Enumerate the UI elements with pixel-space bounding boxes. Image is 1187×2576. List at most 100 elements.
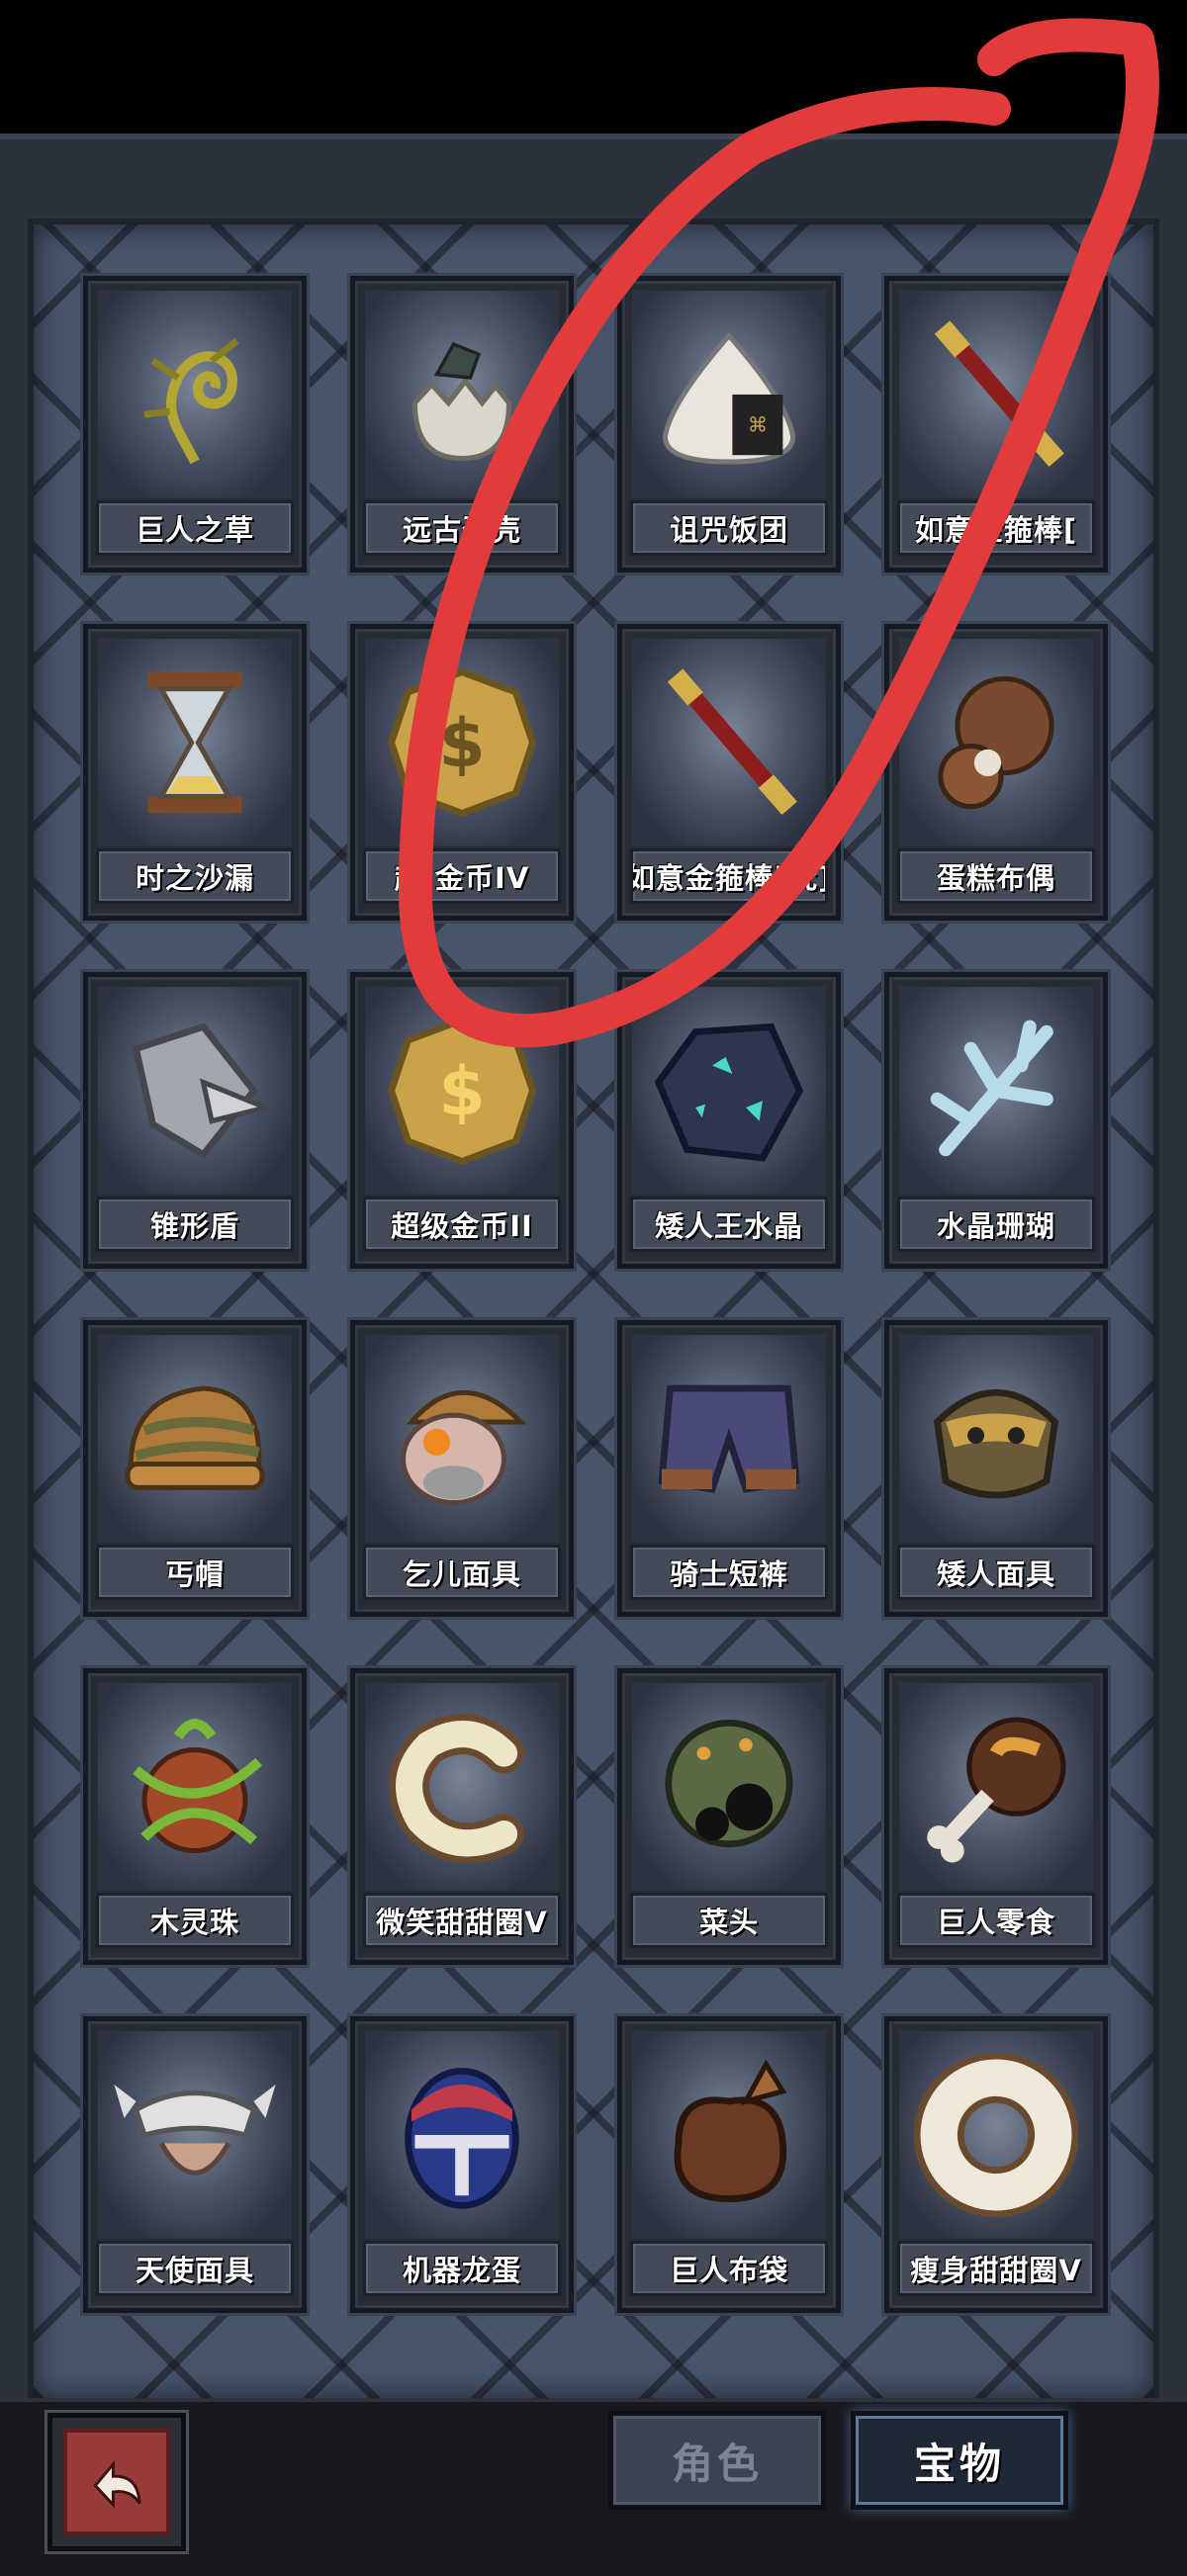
item-name: 矮人面具	[897, 1545, 1095, 1600]
svg-text:$: $	[438, 705, 485, 783]
treasure-card[interactable]: 巨人之草	[83, 276, 307, 573]
treasure-card[interactable]: 微笑甜甜圈V	[350, 1668, 574, 1965]
item-name: 水晶珊瑚	[897, 1197, 1095, 1252]
item-name: 木灵珠	[96, 1893, 294, 1948]
treasure-grid[interactable]: 巨人之草 远古蛋壳 ⌘ 诅咒饭团 如意金箍棒[ 时之沙漏 $ 超 金币IV 如意…	[28, 219, 1159, 2404]
item-name: 如意金箍棒[梵]	[630, 848, 828, 904]
treasure-card[interactable]: 天使面具	[83, 2016, 307, 2313]
crystal-coral-icon	[930, 1020, 1053, 1157]
item-name: 菜头	[630, 1893, 828, 1948]
card-art	[98, 2031, 292, 2239]
beggar-mask-icon	[400, 1389, 527, 1506]
card-art	[365, 2031, 559, 2239]
treasure-card[interactable]: 瘦身甜甜圈V	[884, 2016, 1108, 2313]
tab-role[interactable]: 角色	[608, 2411, 826, 2510]
treasure-panel: 巨人之草 远古蛋壳 ⌘ 诅咒饭团 如意金箍棒[ 时之沙漏 $ 超 金币IV 如意…	[0, 133, 1187, 2404]
card-art	[899, 1683, 1093, 1891]
item-name: 巨人布袋	[630, 2241, 828, 2296]
cone-shield-icon	[132, 1022, 274, 1160]
veggie-head-icon	[665, 1720, 793, 1848]
svg-text:$: $	[438, 1053, 485, 1131]
item-name: 远古蛋壳	[363, 500, 561, 556]
item-name: 瘦身甜甜圈V	[897, 2241, 1095, 2296]
card-art	[899, 291, 1093, 498]
treasure-card[interactable]: 蛋糕布偶	[884, 624, 1108, 921]
wood-orb-icon	[133, 1719, 263, 1854]
treasure-card[interactable]: 矮人王水晶	[617, 972, 841, 1269]
dark-crystal-icon	[654, 1022, 804, 1162]
item-name: 锥形盾	[96, 1197, 294, 1252]
treasure-card[interactable]: 木灵珠	[83, 1668, 307, 1965]
back-button[interactable]	[47, 2413, 186, 2551]
tab-treasure[interactable]: 宝物	[851, 2411, 1068, 2510]
treasure-card[interactable]: 锥形盾	[83, 972, 307, 1269]
treasure-card[interactable]: 远古蛋壳	[350, 276, 574, 573]
item-name: 时之沙漏	[96, 848, 294, 904]
cake-doll-icon	[938, 675, 1054, 810]
card-art	[899, 639, 1093, 846]
treasure-card[interactable]: 矮人面具	[884, 1320, 1108, 1617]
item-name: 诅咒饭团	[630, 500, 828, 556]
item-name: 超级金币II	[363, 1197, 561, 1252]
treasure-card[interactable]: 巨人布袋	[617, 2016, 841, 2313]
top-bar	[0, 0, 1187, 133]
back-button-face	[63, 2429, 170, 2535]
card-art: $	[365, 987, 559, 1195]
hourglass-icon	[147, 671, 242, 814]
item-name: 巨人之草	[96, 500, 294, 556]
card-art	[632, 1683, 826, 1891]
treasure-card[interactable]: $ 超 金币IV	[350, 624, 574, 921]
item-name: 微笑甜甜圈V	[363, 1893, 561, 1948]
treasure-card[interactable]: 丐帽	[83, 1320, 307, 1617]
staff-icon	[934, 320, 1064, 468]
vine-icon	[143, 337, 239, 465]
item-name: 矮人王水晶	[630, 1197, 828, 1252]
card-art	[365, 291, 559, 498]
treasure-card[interactable]: 乞儿面具	[350, 1320, 574, 1617]
donut-c-icon	[389, 1714, 524, 1864]
back-arrow-icon	[93, 2460, 141, 2509]
item-name: 机器龙蛋	[363, 2241, 561, 2296]
robot-egg-icon	[405, 2068, 519, 2209]
gold-coin-icon: $	[388, 1016, 536, 1166]
staff-icon	[667, 668, 797, 816]
card-art	[98, 639, 292, 846]
card-art	[365, 1683, 559, 1891]
treasure-card[interactable]: 巨人零食	[884, 1668, 1108, 1965]
treasure-card[interactable]: 水晶珊瑚	[884, 972, 1108, 1269]
treasure-card[interactable]: 如意金箍棒[	[884, 276, 1108, 573]
treasure-card[interactable]: 时之沙漏	[83, 624, 307, 921]
card-art	[98, 1683, 292, 1891]
treasure-card[interactable]: $ 超级金币II	[350, 972, 574, 1269]
eggshell-icon	[411, 341, 512, 462]
card-art	[98, 987, 292, 1195]
card-art	[899, 2031, 1093, 2239]
treasure-card[interactable]: 菜头	[617, 1668, 841, 1965]
rice-ball-icon: ⌘	[662, 331, 796, 465]
treasure-card[interactable]: 如意金箍棒[梵]	[617, 624, 841, 921]
gold-coin-icon: $	[388, 667, 536, 818]
sack-icon	[674, 2059, 787, 2203]
item-name: 天使面具	[96, 2241, 294, 2296]
svg-text:⌘: ⌘	[748, 412, 768, 436]
card-art	[899, 1335, 1093, 1543]
card-art	[632, 2031, 826, 2239]
card-art	[899, 987, 1093, 1195]
treasure-card[interactable]: 机器龙蛋	[350, 2016, 574, 2313]
card-art	[365, 1335, 559, 1543]
card-art: ⌘	[632, 291, 826, 498]
item-name: 骑士短裤	[630, 1545, 828, 1600]
treasure-card[interactable]: 骑士短裤	[617, 1320, 841, 1617]
card-art	[632, 639, 826, 846]
item-name: 丐帽	[96, 1545, 294, 1600]
treasure-card[interactable]: ⌘ 诅咒饭团	[617, 276, 841, 573]
card-art	[98, 291, 292, 498]
beanie-icon	[125, 1385, 265, 1490]
item-name: 如意金箍棒[	[897, 500, 1095, 556]
angel-mask-icon	[114, 2085, 276, 2176]
item-name: 巨人零食	[897, 1893, 1095, 1948]
donut-icon	[913, 2052, 1079, 2218]
card-art: $	[365, 639, 559, 846]
dwarf-mask-icon	[933, 1389, 1059, 1499]
item-name: 乞儿面具	[363, 1545, 561, 1600]
